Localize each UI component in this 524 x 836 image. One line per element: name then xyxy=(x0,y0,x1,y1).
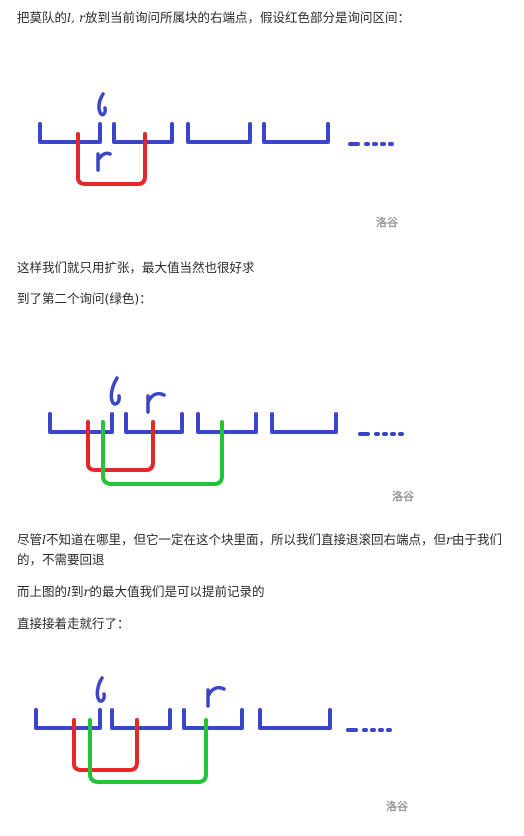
block-4 xyxy=(270,412,338,434)
figure-3: 洛谷 xyxy=(0,672,524,832)
text-segment: 到 xyxy=(71,584,84,599)
letter-l xyxy=(95,676,106,703)
query-red-interval xyxy=(86,420,155,472)
text-segment: 把莫队的 xyxy=(17,10,68,25)
math-lr: l, r xyxy=(67,10,85,25)
text-segment: 不知道在哪里，但它一定在这个块里面，所以我们直接退滚回右端点，但 xyxy=(46,532,447,547)
paragraph-line: 的，不需要回退 xyxy=(17,552,105,567)
letter-l xyxy=(109,376,121,406)
block-3 xyxy=(186,122,252,144)
paragraph-continue: 直接接着走就行了： xyxy=(17,616,130,631)
text-segment: 由于我们 xyxy=(452,532,503,547)
watermark: 洛谷 xyxy=(392,490,414,503)
figure-2-drawing xyxy=(48,376,404,486)
paragraph-rollback: 尽管l不知道在哪里，但它一定在这个块里面，所以我们直接退滚回右端点，但r由于我们… xyxy=(17,530,524,570)
figure-3-drawing xyxy=(34,676,392,784)
letter-r xyxy=(206,685,226,708)
letter-r xyxy=(96,151,112,172)
watermark: 洛谷 xyxy=(376,216,398,229)
figure-2: 洛谷 xyxy=(0,370,524,510)
block-4 xyxy=(262,122,330,144)
block-2 xyxy=(110,708,172,730)
paragraph-second-query: 到了第二个询问(绿色)： xyxy=(17,291,152,306)
block-1 xyxy=(38,122,102,144)
letter-r xyxy=(146,391,166,414)
text-segment: 放到当前询问所属块的右端点，假设红色部分是询问区间： xyxy=(84,10,410,25)
letter-l xyxy=(97,92,107,117)
text-segment: 的最大值我们是可以提前记录的 xyxy=(89,584,265,599)
block-4 xyxy=(258,708,332,730)
paragraph-precompute: 而上图的l到r的最大值我们是可以提前记录的 xyxy=(17,582,265,602)
text-segment: 尽管 xyxy=(17,532,43,547)
watermark: 洛谷 xyxy=(386,800,408,813)
paragraph-intro: 把莫队的l, r放到当前询问所属块的右端点，假设红色部分是询问区间： xyxy=(17,8,410,28)
figure-1-drawing xyxy=(38,92,394,186)
block-3 xyxy=(182,708,244,730)
text-segment: 而上图的 xyxy=(17,584,68,599)
paragraph-expand: 这样我们就只用扩张，最大值当然也很好求 xyxy=(17,260,255,275)
paragraph-line: 尽管l不知道在哪里，但它一定在这个块里面，所以我们直接退滚回右端点，但r由于我们 xyxy=(17,530,524,550)
figure-1: 洛谷 xyxy=(0,88,524,238)
block-3 xyxy=(196,412,258,434)
